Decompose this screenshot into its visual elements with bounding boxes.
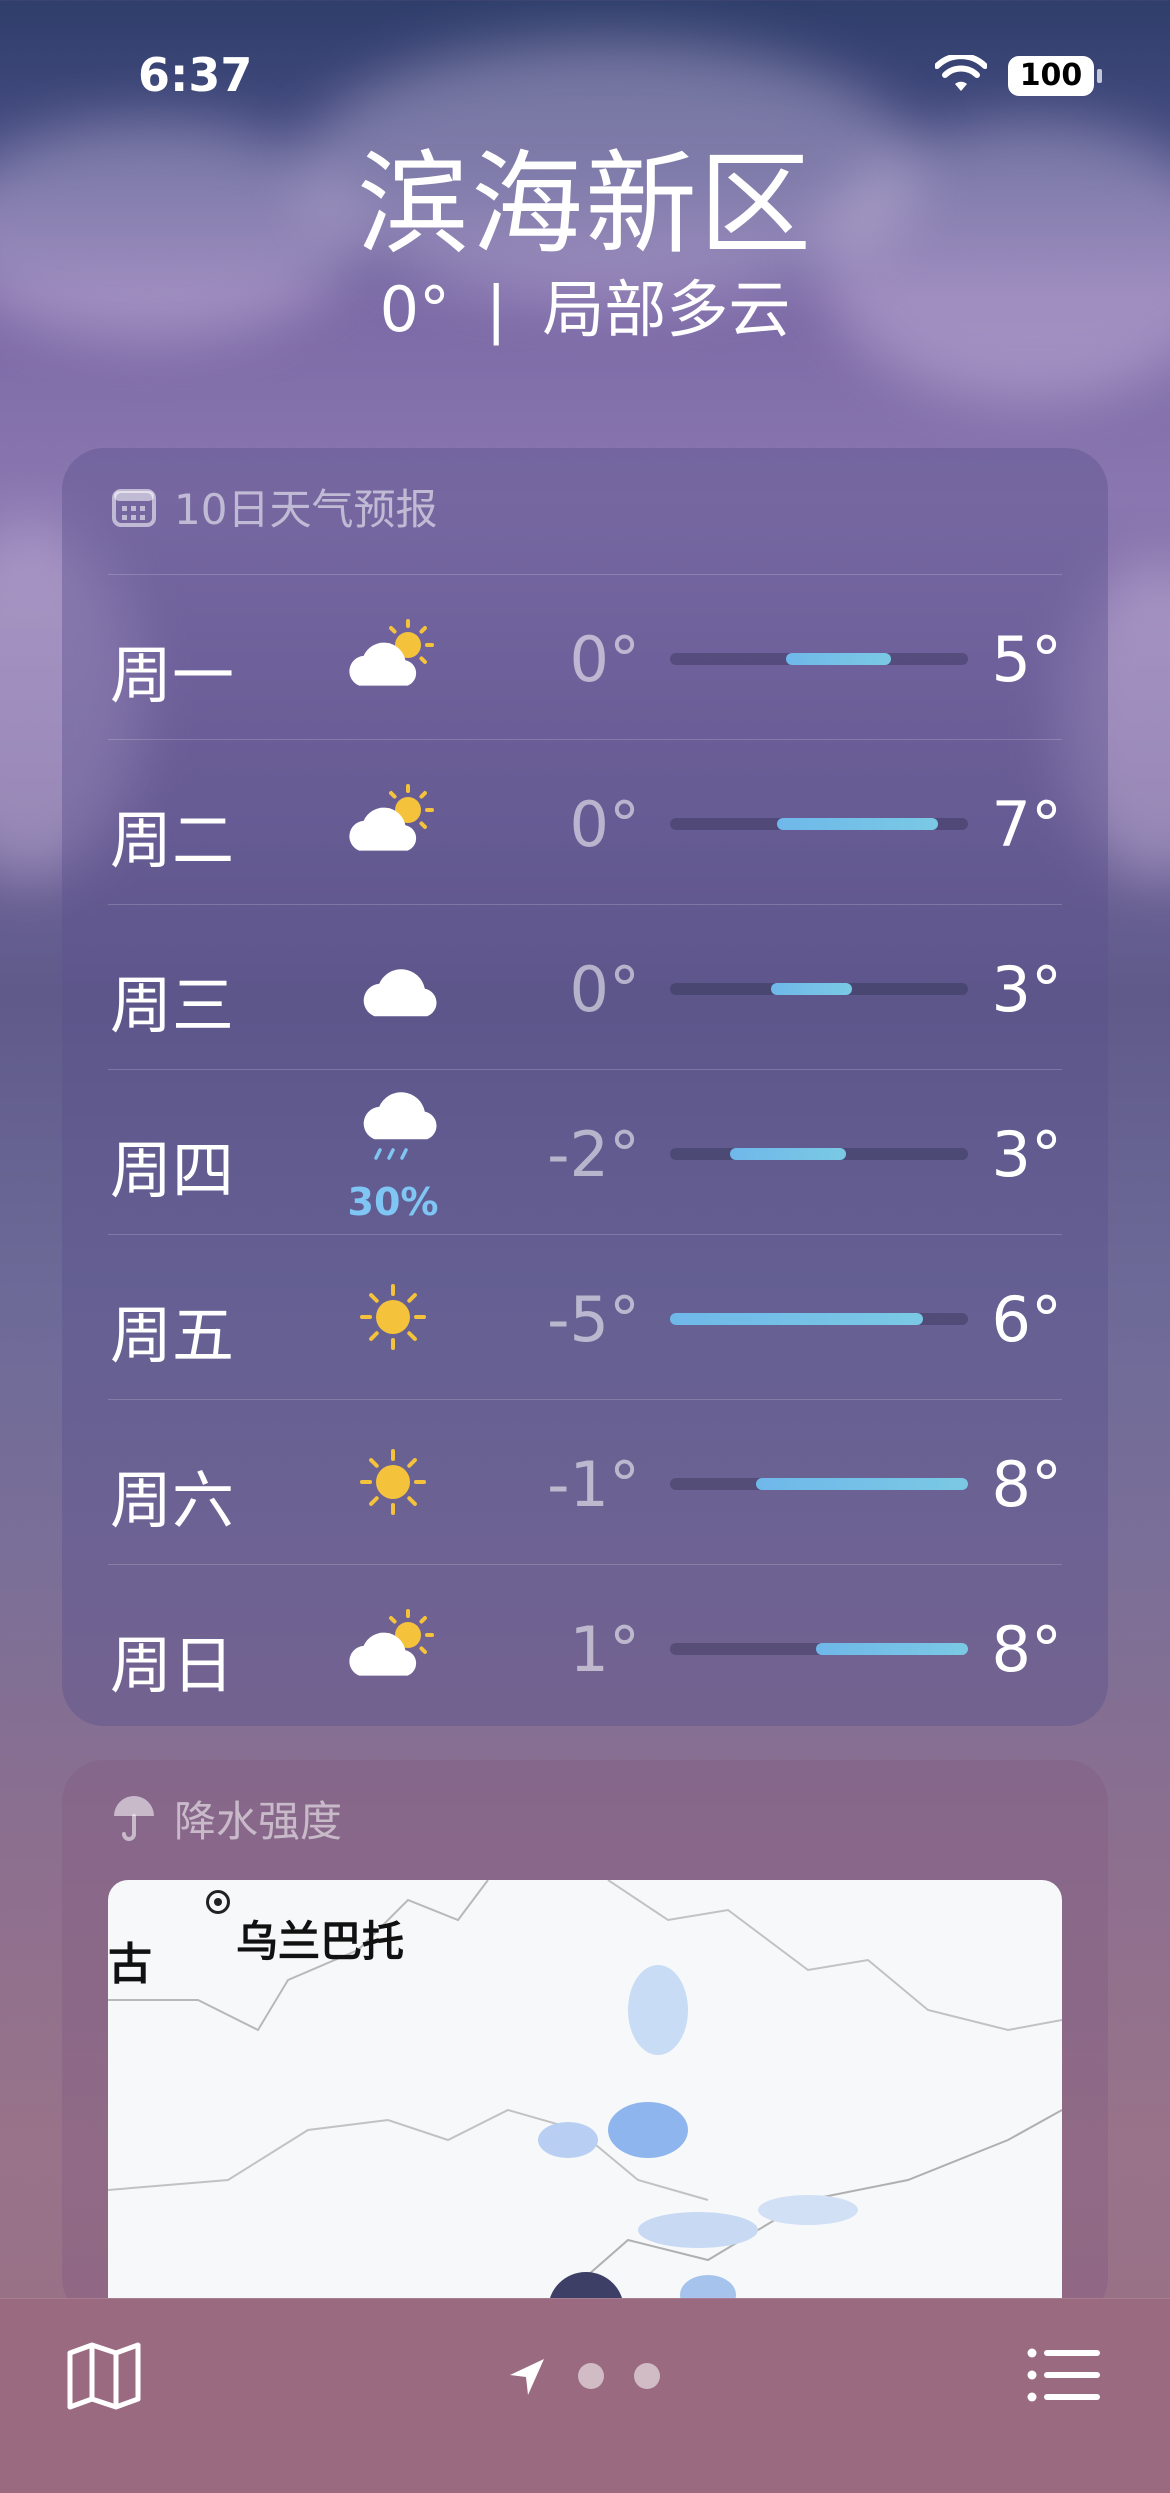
temp-range-fill bbox=[670, 1313, 924, 1325]
map-pin-icon bbox=[206, 1890, 230, 1914]
low-temp: 1° bbox=[569, 1613, 640, 1686]
forecast-row[interactable]: 周一 0° 5° bbox=[108, 574, 1062, 740]
forecast-row[interactable]: 周六 -1° 8° bbox=[108, 1399, 1062, 1565]
partly-sunny-icon bbox=[338, 615, 448, 700]
current-temp: 0° bbox=[379, 273, 451, 346]
low-temp: -5° bbox=[547, 1283, 640, 1356]
battery-indicator: 100 bbox=[1008, 56, 1102, 96]
temp-range-fill bbox=[777, 818, 939, 830]
cloud-icon bbox=[338, 945, 448, 1030]
city-name: 滨海新区 bbox=[357, 140, 813, 270]
list-icon[interactable] bbox=[1026, 2345, 1102, 2405]
calendar-icon bbox=[112, 488, 156, 527]
day-label: 周二 bbox=[110, 804, 235, 877]
temp-range-bar bbox=[670, 1148, 968, 1160]
high-temp: 7° bbox=[991, 788, 1062, 861]
location-arrow-icon[interactable] bbox=[508, 2357, 548, 2397]
high-temp: 6° bbox=[991, 1283, 1062, 1356]
forecast-row[interactable]: 周四 30% -2° 3° bbox=[108, 1069, 1062, 1235]
temp-range-bar bbox=[670, 1313, 968, 1325]
low-temp: 0° bbox=[569, 953, 640, 1026]
page-dot-2[interactable] bbox=[634, 2363, 660, 2389]
temp-range-bar bbox=[670, 1643, 968, 1655]
condition-text: 局部多云 bbox=[542, 273, 791, 346]
wifi-icon bbox=[935, 55, 987, 91]
day-label: 周日 bbox=[110, 1629, 235, 1702]
high-temp: 3° bbox=[991, 1118, 1062, 1191]
high-temp: 3° bbox=[991, 953, 1062, 1026]
partly-sunny-icon bbox=[338, 1605, 448, 1690]
precipitation-map[interactable]: 乌兰巴托 古 bbox=[108, 1880, 1062, 2310]
umbrella-icon bbox=[114, 1795, 154, 1841]
page-dot-1[interactable] bbox=[578, 2363, 604, 2389]
bottom-toolbar bbox=[0, 2298, 1170, 2493]
low-temp: -2° bbox=[547, 1118, 640, 1191]
sun-icon bbox=[338, 1440, 448, 1525]
forecast-row[interactable]: 周五 -5° 6° bbox=[108, 1234, 1062, 1400]
map-label-partial: 古 bbox=[108, 1939, 152, 1990]
high-temp: 8° bbox=[991, 1448, 1062, 1521]
day-label: 周四 bbox=[110, 1134, 235, 1207]
temp-range-fill bbox=[771, 983, 852, 995]
temp-range-bar bbox=[670, 1478, 968, 1490]
forecast-row[interactable]: 周日 1° 8° bbox=[108, 1564, 1062, 1726]
day-label: 周三 bbox=[110, 969, 235, 1042]
ten-day-forecast-card[interactable]: 10日天气预报 周一 0° 5° 周二 0° 7° 周三 0° 3° 周四 30… bbox=[62, 448, 1108, 1726]
day-label: 周五 bbox=[110, 1299, 235, 1372]
temp-range-bar bbox=[670, 818, 968, 830]
low-temp: -1° bbox=[547, 1448, 640, 1521]
separator: | bbox=[485, 273, 507, 346]
sun-icon bbox=[338, 1275, 448, 1360]
low-temp: 0° bbox=[569, 623, 640, 696]
current-conditions: 0° | 局部多云 bbox=[0, 270, 1170, 350]
temp-range-fill bbox=[816, 1643, 968, 1655]
forecast-card-title: 10日天气预报 bbox=[112, 476, 437, 537]
map-icon[interactable] bbox=[66, 2341, 142, 2411]
day-label: 周六 bbox=[110, 1464, 235, 1537]
forecast-row[interactable]: 周二 0° 7° bbox=[108, 739, 1062, 905]
map-label-ulaanbaatar: 乌兰巴托 bbox=[236, 1917, 405, 1966]
high-temp: 5° bbox=[991, 623, 1062, 696]
temp-range-bar bbox=[670, 653, 968, 665]
temp-range-fill bbox=[756, 1478, 968, 1490]
precip-chance: 30% bbox=[347, 1180, 439, 1224]
low-temp: 0° bbox=[569, 788, 640, 861]
rain-icon bbox=[338, 1084, 448, 1169]
high-temp: 8° bbox=[991, 1613, 1062, 1686]
precip-card-title: 降水强度 bbox=[112, 1788, 342, 1849]
forecast-row[interactable]: 周三 0° 3° bbox=[108, 904, 1062, 1070]
temp-range-fill bbox=[729, 1148, 846, 1160]
partly-sunny-icon bbox=[338, 780, 448, 865]
temp-range-bar bbox=[670, 983, 968, 995]
temp-range-fill bbox=[786, 653, 891, 665]
status-time: 6:37 bbox=[138, 48, 253, 102]
location-header: 滨海新区 0° | 局部多云 bbox=[0, 140, 1170, 350]
precipitation-card[interactable]: 降水强度 乌兰巴托 古 bbox=[62, 1760, 1108, 2320]
status-bar: 6:37 100 bbox=[0, 0, 1170, 150]
day-label: 周一 bbox=[110, 639, 235, 712]
